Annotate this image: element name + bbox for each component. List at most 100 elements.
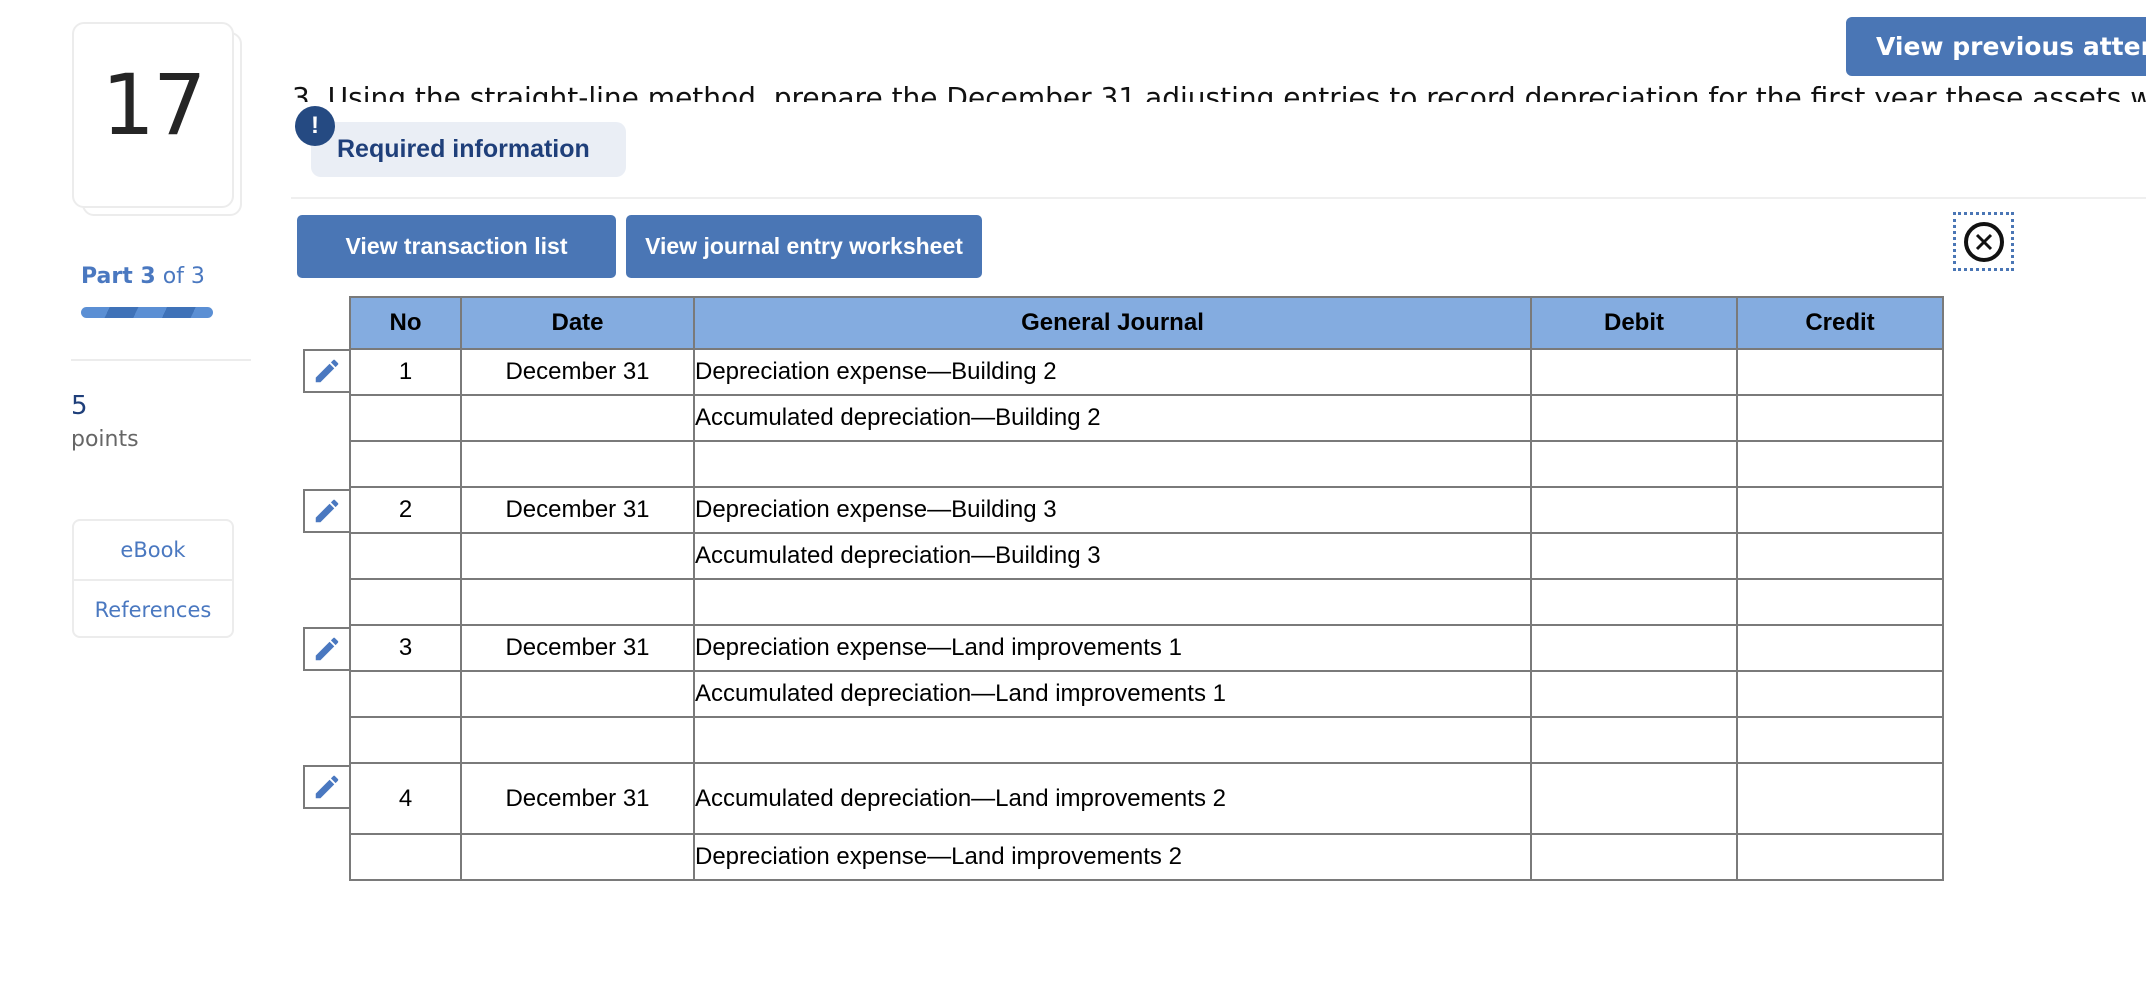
account-title-cell: [693, 578, 1532, 626]
pencil-icon: [315, 499, 339, 523]
account-title-cell: Accumulated depreciation—Land improvemen…: [693, 670, 1532, 718]
credit-amount-cell: [1736, 762, 1944, 835]
debit-amount-cell: [1530, 833, 1738, 881]
account-title-cell: Depreciation expense—Building 3: [693, 486, 1532, 534]
entry-date-cell: December 31: [460, 348, 695, 396]
debit-amount-cell: [1530, 532, 1738, 580]
required-information-label: Required information: [337, 135, 590, 163]
question-number-card: 17: [72, 22, 234, 208]
question-instruction: 3. Using the straight-line method, prepa…: [292, 81, 2146, 102]
credit-amount-cell: [1736, 624, 1944, 672]
credit-amount-cell: [1736, 394, 1944, 442]
part-current: 3: [140, 264, 156, 289]
edit-entry-4-button[interactable]: [303, 765, 349, 809]
debit-amount-cell: [1530, 670, 1738, 718]
credit-amount-cell: [1736, 670, 1944, 718]
sidebar-divider: [71, 359, 251, 361]
column-header-debit: Debit: [1530, 296, 1738, 350]
credit-amount-cell: [1736, 578, 1944, 626]
entry-date-cell: [460, 716, 695, 764]
account-title-cell: Depreciation expense—Building 2: [693, 348, 1532, 396]
edit-entry-2-button[interactable]: [303, 489, 349, 533]
entry-no-cell: [349, 833, 462, 881]
part-progress-bar: [81, 307, 213, 318]
entry-no-cell: 1: [349, 348, 462, 396]
entry-date-cell: December 31: [460, 762, 695, 835]
entry-date-cell: [460, 394, 695, 442]
account-title-cell: [693, 440, 1532, 488]
debit-amount-cell: [1530, 716, 1738, 764]
table-row: 3 December 31 Depreciation expense—Land im…: [349, 624, 1944, 672]
pencil-icon: [315, 775, 339, 799]
alert-icon: !: [295, 106, 335, 146]
entry-date-cell: [460, 670, 695, 718]
table-row: Accumulated depreciation—Building 3: [349, 532, 1944, 580]
points-label: points: [71, 427, 139, 452]
general-journal-table: No Date General Journal Debit Credit 1 De…: [349, 296, 1944, 881]
credit-amount-cell: [1736, 348, 1944, 396]
entry-date-cell: [460, 833, 695, 881]
account-title-cell: Accumulated depreciation—Land improvemen…: [693, 762, 1532, 835]
close-button[interactable]: [1953, 212, 2014, 271]
entry-date-cell: December 31: [460, 624, 695, 672]
ebook-link[interactable]: eBook: [74, 521, 232, 579]
credit-amount-cell: [1736, 440, 1944, 488]
entry-no-cell: [349, 394, 462, 442]
edit-entry-3-button[interactable]: [303, 627, 349, 671]
view-journal-entry-worksheet-button[interactable]: View journal entry worksheet: [626, 215, 982, 278]
entry-date-cell: [460, 532, 695, 580]
part-total: of 3: [162, 264, 205, 289]
account-title-cell: Accumulated depreciation—Building 2: [693, 394, 1532, 442]
table-header-row: No Date General Journal Debit Credit: [349, 296, 1944, 350]
pencil-icon: [315, 637, 339, 661]
entry-no-cell: [349, 716, 462, 764]
credit-amount-cell: [1736, 833, 1944, 881]
entry-date-cell: [460, 578, 695, 626]
required-information-toggle[interactable]: Required information: [311, 122, 626, 177]
points-value: 5: [71, 391, 88, 421]
account-title-cell: Accumulated depreciation—Building 3: [693, 532, 1532, 580]
entry-no-cell: [349, 578, 462, 626]
debit-amount-cell: [1530, 348, 1738, 396]
credit-amount-cell: [1736, 486, 1944, 534]
entry-date-cell: [460, 440, 695, 488]
close-circle-icon: [1963, 221, 2004, 262]
entry-no-cell: [349, 532, 462, 580]
edit-entry-1-button[interactable]: [303, 349, 349, 393]
credit-amount-cell: [1736, 532, 1944, 580]
debit-amount-cell: [1530, 486, 1738, 534]
account-title-cell: [693, 716, 1532, 764]
account-title-cell: Depreciation expense—Land improvements 2: [693, 833, 1532, 881]
debit-amount-cell: [1530, 440, 1738, 488]
question-number: 17: [101, 56, 207, 154]
view-transaction-list-button[interactable]: View transaction list: [297, 215, 616, 278]
table-row: 1 December 31 Depreciation expense—Buildin…: [349, 348, 1944, 396]
column-header-no: No: [349, 296, 462, 350]
view-previous-attempt-button[interactable]: View previous attempt: [1846, 17, 2146, 76]
entry-no-cell: [349, 440, 462, 488]
table-row: [349, 578, 1944, 626]
column-header-credit: Credit: [1736, 296, 1944, 350]
part-indicator: Part 3 of 3: [81, 264, 205, 289]
entry-date-cell: December 31: [460, 486, 695, 534]
account-title-cell: Depreciation expense—Land improvements 1: [693, 624, 1532, 672]
header-divider: [291, 197, 2146, 199]
table-row: Accumulated depreciation—Land improvemen…: [349, 670, 1944, 718]
resources-panel: eBook References: [72, 519, 234, 638]
debit-amount-cell: [1530, 762, 1738, 835]
references-link[interactable]: References: [74, 579, 232, 639]
table-row: 2 December 31 Depreciation expense—Buildin…: [349, 486, 1944, 534]
entry-no-cell: [349, 670, 462, 718]
debit-amount-cell: [1530, 624, 1738, 672]
column-header-general-journal: General Journal: [693, 296, 1532, 350]
table-row: [349, 716, 1944, 764]
table-row: Depreciation expense—Land improvements 2: [349, 833, 1944, 881]
entry-no-cell: 2: [349, 486, 462, 534]
table-row: 4 December 31 Accumulated depreciation—Lan…: [349, 762, 1944, 835]
credit-amount-cell: [1736, 716, 1944, 764]
debit-amount-cell: [1530, 578, 1738, 626]
table-row: Accumulated depreciation—Building 2: [349, 394, 1944, 442]
pencil-icon: [315, 359, 339, 383]
debit-amount-cell: [1530, 394, 1738, 442]
part-label: Part: [81, 264, 133, 289]
